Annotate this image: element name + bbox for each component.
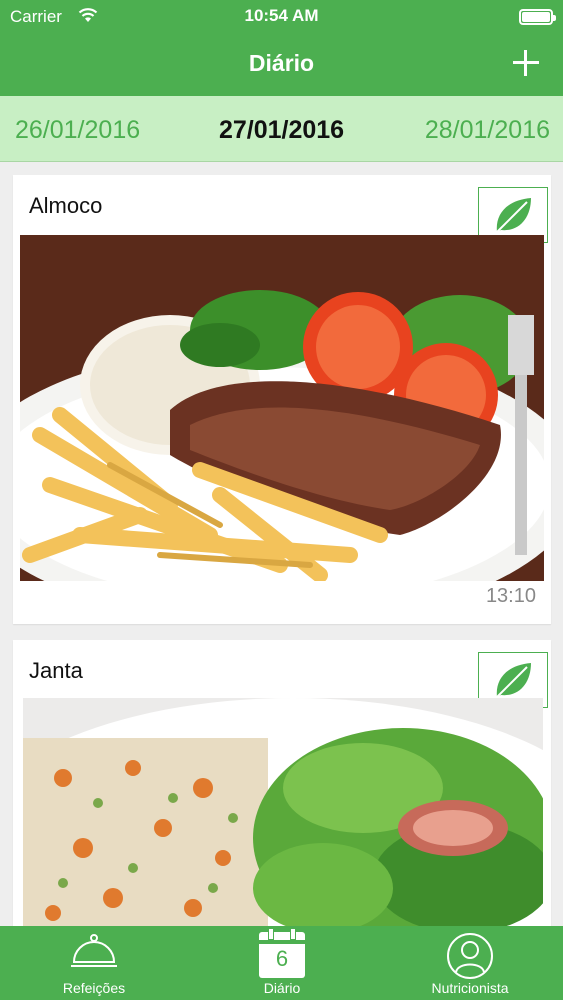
tab-diario[interactable]: 6 Diário [188,926,376,1000]
meal-card[interactable]: Janta [13,640,551,940]
tab-bar: Refeições 6 Diário Nutricionista [0,926,563,1000]
nav-bar: Diário [0,34,563,96]
tab-label: Refeições [62,980,126,996]
tab-label: Nutricionista [431,980,509,996]
plus-icon[interactable] [511,48,541,78]
meal-card[interactable]: Almoco 13:10 [13,175,551,624]
cloche-icon [71,934,117,967]
calendar-icon: 6 [259,928,305,978]
calendar-day: 6 [275,946,289,971]
meal-title: Almoco [29,193,103,218]
tab-label: Diário [263,980,301,996]
meal-time: 13:10 [485,585,536,607]
next-date[interactable]: 28/01/2016 [425,116,550,145]
person-icon [447,933,493,979]
page-title: Diário [248,50,315,76]
status-bar: Carrier 10:54 AM [0,0,563,34]
battery-icon [519,9,556,25]
meal-photo [23,698,547,940]
leaf-icon [494,198,531,235]
date-selector: 26/01/2016 27/01/2016 28/01/2016 [0,96,563,162]
meal-photo [20,235,544,581]
meal-title: Janta [29,658,83,683]
food-image [23,698,543,940]
tab-refeicoes[interactable]: Refeições [0,926,188,1000]
tab-nutricionista[interactable]: Nutricionista [376,926,563,1000]
leaf-icon [494,663,531,700]
food-image [20,235,544,581]
status-time: 10:54 AM [244,6,319,25]
